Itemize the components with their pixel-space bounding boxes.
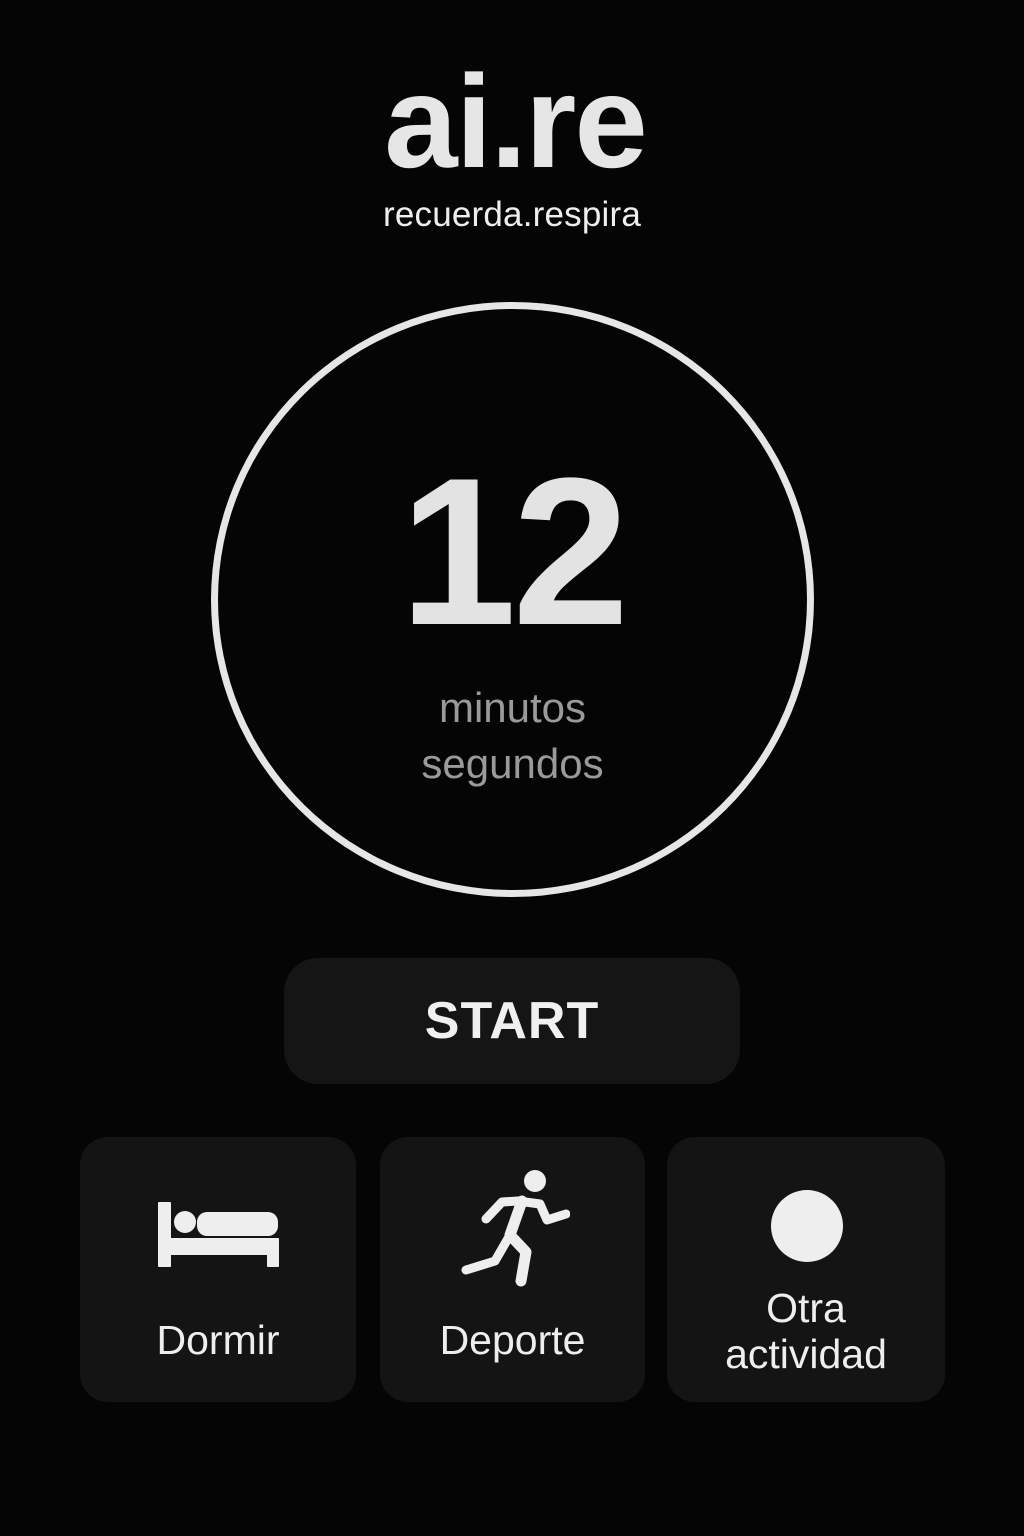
bed-icon	[158, 1202, 279, 1267]
circle-icon	[771, 1190, 843, 1262]
brand-header: ai.re recuerda.respira	[0, 52, 1024, 236]
start-button[interactable]: START	[284, 958, 740, 1084]
timer-unit-seconds: segundos	[421, 740, 604, 787]
activity-card-deporte[interactable]: Deporte	[380, 1137, 645, 1402]
activity-card-otra-actividad[interactable]: Otra actividad	[667, 1137, 945, 1402]
activity-label-line-1: Otra	[766, 1285, 846, 1331]
runner-icon	[461, 1170, 570, 1287]
timer-display: 12 minutos segundos	[211, 302, 814, 897]
activity-card-dormir[interactable]: Dormir	[80, 1137, 356, 1402]
activity-label-otra-actividad: Otra actividad	[667, 1285, 945, 1377]
app-logo: ai.re	[384, 48, 648, 195]
breathing-app-screen: ai.re recuerda.respira 12 minutos segund…	[0, 0, 1024, 1536]
timer-unit-minutes: minutos	[438, 684, 587, 731]
timer-value: 12	[399, 434, 630, 669]
activity-label-line-2: actividad	[725, 1331, 887, 1377]
activity-label-dormir: Dormir	[156, 1317, 280, 1363]
app-tagline: recuerda.respira	[382, 195, 642, 234]
activity-label-deporte: Deporte	[439, 1317, 586, 1363]
